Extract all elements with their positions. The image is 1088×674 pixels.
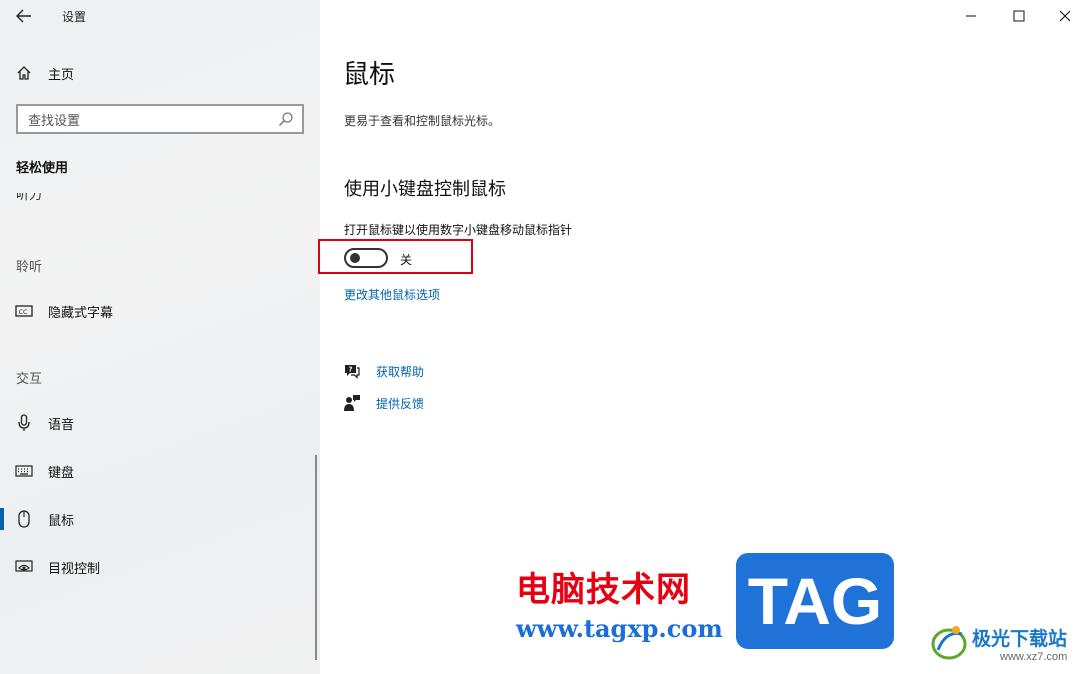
watermark-site-name: 电脑技术网 [516,570,691,610]
category-title: 轻松使用 [16,161,69,176]
microphone-icon [0,414,48,432]
group-header-interaction: 交互 [16,372,43,387]
toggle-state-label: 关 [400,253,413,267]
watermark-partner-name: 极光下载站 [972,628,1068,650]
close-icon [1059,10,1071,22]
sidebar-item-label: 目视控制 [48,561,101,577]
aurora-logo-icon [931,626,967,660]
feedback-person-icon [344,395,360,411]
arrow-left-icon [16,9,31,23]
search-input[interactable]: 查找设置 [16,104,304,134]
app-title: 设置 [62,10,87,24]
get-help-link[interactable]: 获取帮助 [376,363,424,380]
back-button[interactable] [10,4,38,28]
sidebar-item-closed-captions[interactable]: CC 隐藏式字幕 [0,291,320,331]
page-title: 鼠标 [343,60,396,90]
sidebar-item-eye-control[interactable]: 目视控制 [0,547,320,587]
closed-caption-icon: CC [0,304,48,318]
page-description: 更易于查看和控制鼠标光标。 [344,114,501,128]
sidebar: 设置 主页 查找设置 轻松使用 听力 聆听 CC 隐藏式字幕 交互 语音 键盘 [0,0,320,674]
mouse-keys-toggle[interactable] [344,248,388,268]
keyboard-icon [0,465,48,477]
highlight-box [318,239,473,274]
maximize-icon [1013,10,1025,22]
close-button[interactable] [1042,0,1088,32]
sidebar-item-keyboard[interactable]: 键盘 [0,451,320,491]
sidebar-item-clipped[interactable]: 听力 [16,193,42,207]
home-icon [0,65,48,81]
svg-text:CC: CC [19,308,29,316]
mouse-keys-label: 打开鼠标键以使用数字小键盘移动鼠标指针 [344,223,573,237]
svg-text:?: ? [349,366,353,374]
sidebar-item-label: 鼠标 [48,513,75,529]
more-mouse-options-link[interactable]: 更改其他鼠标选项 [344,286,440,303]
minimize-icon [966,15,976,17]
sidebar-item-label: 语音 [48,417,75,433]
give-feedback-link[interactable]: 提供反馈 [376,395,424,412]
search-placeholder: 查找设置 [28,113,81,129]
toggle-knob [350,253,360,263]
sidebar-item-label: 主页 [48,67,75,83]
search-icon [278,112,293,127]
minimize-button[interactable] [948,0,994,32]
mouse-icon [0,510,48,528]
eye-control-icon [0,560,48,574]
sidebar-item-label: 键盘 [48,465,75,481]
section-title: 使用小键盘控制鼠标 [344,179,506,200]
sidebar-scrollbar[interactable] [315,455,317,660]
maximize-button[interactable] [996,0,1042,32]
watermark-partner-url: www.xz7.com [1000,651,1068,663]
sidebar-item-home[interactable]: 主页 [0,53,320,93]
help-chat-icon: ? [345,365,360,379]
watermark-tag-logo: TAG [736,553,894,649]
sidebar-item-mouse[interactable]: 鼠标 [0,499,320,539]
group-header-hearing: 聆听 [16,260,43,275]
sidebar-item-label: 隐藏式字幕 [48,305,114,321]
watermark-site-url: www.tagxp.com [516,614,723,643]
sidebar-item-speech[interactable]: 语音 [0,403,320,443]
